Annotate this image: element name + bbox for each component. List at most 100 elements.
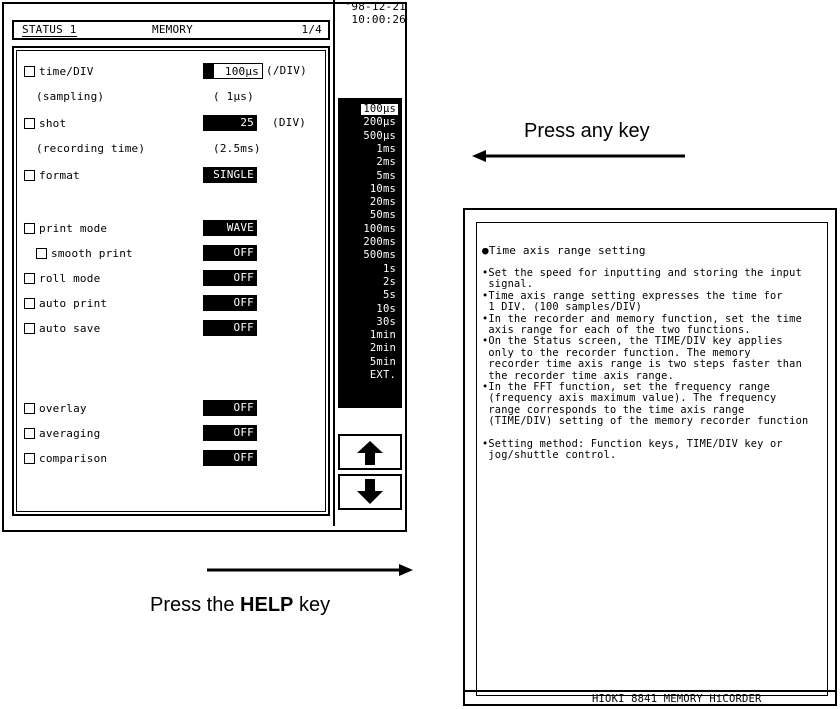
sampling-value: ( 1µs) (213, 90, 254, 103)
shot-row[interactable]: shot (24, 114, 66, 132)
auto-save-row[interactable]: auto save (24, 319, 100, 337)
comparison-checkbox[interactable] (24, 452, 35, 464)
page-indicator: 1/4 (301, 23, 322, 36)
overlay-label: overlay (39, 401, 87, 415)
auto-save-value[interactable]: OFF (203, 320, 257, 336)
datetime-display: '98-12-21 10:00:26 (336, 0, 406, 26)
time-range-option[interactable]: 5min (370, 356, 396, 368)
time-range-option[interactable]: 10ms (370, 183, 396, 195)
arrow-left-icon (472, 150, 685, 162)
print-mode-row[interactable]: print mode (24, 219, 107, 237)
help-text-line: axis range for each of the two functions… (482, 324, 751, 336)
press-help-key-label: Press the HELP key (150, 594, 330, 617)
screen-divider (333, 0, 335, 526)
scroll-up-button[interactable] (338, 434, 402, 470)
arrow-down-icon (357, 479, 383, 504)
status-tab[interactable]: STATUS 1 (22, 23, 77, 37)
time-range-option[interactable]: 100ms (363, 223, 396, 235)
roll-mode-label: roll mode (39, 271, 101, 285)
function-mode: MEMORY (152, 23, 193, 36)
time-range-option[interactable]: 200ms (363, 236, 396, 248)
format-row[interactable]: format (24, 166, 80, 184)
shot-value[interactable]: 25 (203, 115, 257, 131)
recording-time-label: (recording time) (36, 142, 146, 155)
time-range-option[interactable]: 10s (376, 303, 396, 315)
time-range-option[interactable]: 1s (383, 263, 396, 275)
smooth-print-checkbox[interactable] (36, 247, 47, 259)
averaging-label: averaging (39, 426, 101, 440)
time-text: 10:00:26 (351, 13, 406, 26)
roll-mode-value[interactable]: OFF (203, 270, 257, 286)
key-text: key (298, 594, 331, 616)
time-range-option[interactable]: 30s (376, 316, 396, 328)
time-range-list[interactable]: 100µs 200µs 500µs 1ms 2ms 5ms 10ms 20ms 50ms 100m… (338, 98, 402, 408)
smooth-print-row[interactable]: smooth print (36, 244, 133, 262)
time-div-value-text: 100µs (224, 65, 259, 78)
overlay-row[interactable]: overlay (24, 399, 87, 417)
time-div-row[interactable]: time/DIV (24, 62, 94, 80)
time-range-option[interactable]: 2ms (376, 156, 396, 168)
overlay-checkbox[interactable] (24, 402, 35, 414)
scroll-down-button[interactable] (338, 474, 402, 510)
auto-print-label: auto print (39, 296, 108, 310)
auto-save-checkbox[interactable] (24, 322, 35, 334)
help-text-line: (TIME/DIV) setting of the memory recorde… (482, 415, 809, 428)
help-text-line: range corresponds to the time axis range (482, 403, 745, 416)
time-div-value[interactable]: 100µs (203, 63, 263, 79)
help-text-line: 1 DIV. (100 samples/DIV) (482, 301, 642, 314)
format-checkbox[interactable] (24, 169, 35, 181)
averaging-value[interactable]: OFF (203, 425, 257, 441)
help-text-line: •Set the speed for inputting and storing… (482, 267, 802, 279)
time-range-option[interactable]: 5ms (376, 170, 396, 182)
auto-print-row[interactable]: auto print (24, 294, 107, 312)
time-range-option[interactable]: 100µs (361, 103, 398, 116)
roll-mode-checkbox[interactable] (24, 272, 35, 284)
arrow-up-icon (357, 441, 383, 465)
press-any-key-label: Press any key (524, 120, 650, 142)
help-text-line: jog/shuttle control. (482, 449, 617, 462)
time-range-option[interactable]: 500µs (363, 130, 396, 142)
auto-print-checkbox[interactable] (24, 297, 35, 309)
averaging-row[interactable]: averaging (24, 424, 100, 442)
help-text-line: (frequency axis maximum value). The freq… (482, 392, 777, 405)
time-range-option[interactable]: 2min (370, 343, 396, 355)
cursor-block (204, 64, 214, 78)
recording-time-value: (2.5ms) (213, 142, 261, 155)
print-mode-value[interactable]: WAVE (203, 220, 257, 236)
arrow-right-icon (207, 564, 413, 576)
help-text-line: •In the FFT function, set the frequency … (482, 381, 770, 393)
help-text-line: •Setting method: Function keys, TIME/DIV… (482, 438, 783, 450)
auto-print-value[interactable]: OFF (203, 295, 257, 311)
time-range-option[interactable]: 1ms (376, 143, 396, 155)
help-title: ●Time axis range setting (482, 244, 646, 257)
comparison-value[interactable]: OFF (203, 450, 257, 466)
shot-checkbox[interactable] (24, 117, 35, 129)
overlay-value[interactable]: OFF (203, 400, 257, 416)
time-range-option[interactable]: 2s (383, 276, 396, 288)
averaging-checkbox[interactable] (24, 427, 35, 439)
print-mode-checkbox[interactable] (24, 222, 35, 234)
help-footer: HIOKI 8841 MEMORY HiCORDER (592, 693, 762, 705)
time-range-option[interactable]: 1min (370, 329, 396, 341)
time-div-label: time/DIV (39, 64, 94, 78)
time-range-option[interactable]: 5s (383, 289, 396, 301)
sampling-label: (sampling) (36, 90, 105, 103)
time-div-checkbox[interactable] (24, 65, 35, 77)
time-range-option[interactable]: 200µs (363, 116, 396, 128)
shot-unit: (DIV) (272, 116, 307, 129)
help-text-line: •Time axis range setting expresses the t… (482, 289, 783, 302)
comparison-row[interactable]: comparison (24, 449, 107, 467)
time-range-option[interactable]: EXT. (370, 369, 396, 381)
help-text-line: only to the recorder function. The memor… (482, 346, 751, 359)
help-text-line: signal. (482, 278, 534, 291)
print-mode-label: print mode (39, 221, 108, 235)
roll-mode-row[interactable]: roll mode (24, 269, 100, 287)
time-range-option[interactable]: 20ms (370, 196, 396, 208)
time-range-option[interactable]: 50ms (370, 210, 396, 222)
help-text-line: the recorder time axis range. (482, 369, 674, 382)
format-value[interactable]: SINGLE (203, 167, 257, 183)
smooth-print-value[interactable]: OFF (203, 245, 257, 261)
time-div-unit: (/DIV) (266, 64, 307, 77)
help-key-text: HELP (240, 594, 294, 616)
time-range-option[interactable]: 500ms (363, 249, 396, 261)
